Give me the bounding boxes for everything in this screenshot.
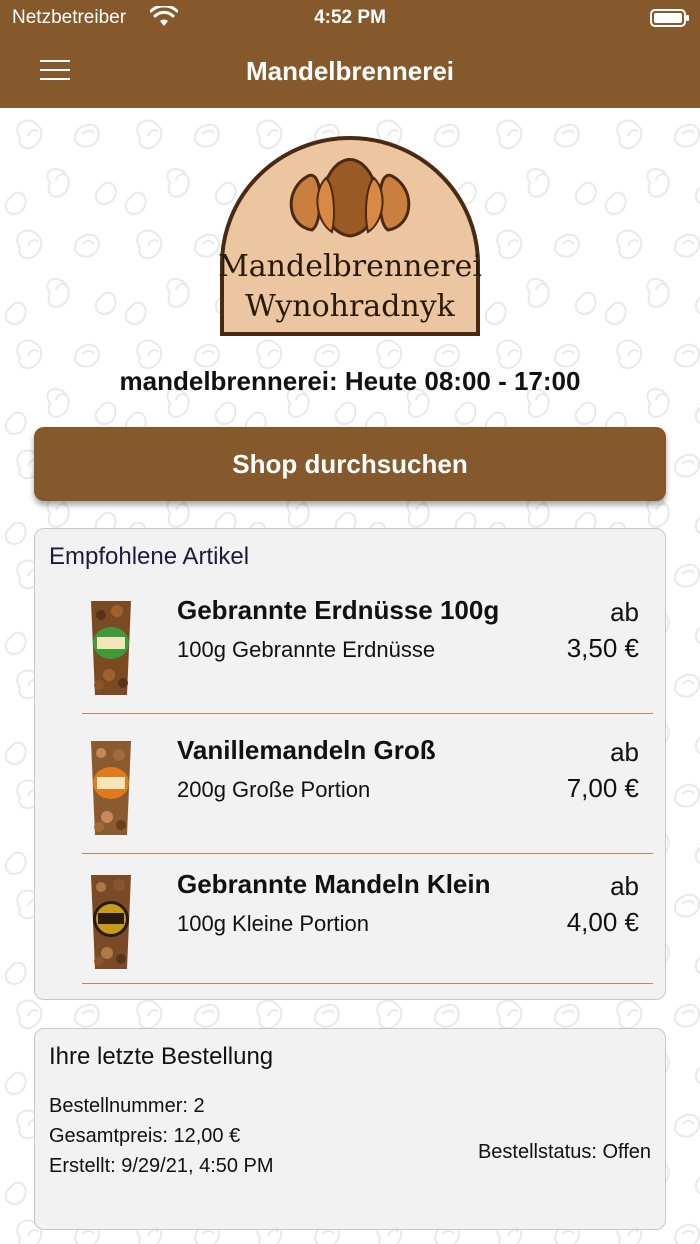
product-price: 7,00 € <box>566 773 639 803</box>
product-description: 100g Gebrannte Erdnüsse <box>177 637 436 662</box>
price-prefix: ab <box>610 871 639 901</box>
product-image <box>91 601 131 695</box>
product-price: 4,00 € <box>566 907 639 937</box>
featured-products-card: Empfohlene Artikel Gebrannte Erdnüsse 10… <box>34 528 666 1000</box>
page-title: Mandelbrennerei <box>245 56 455 86</box>
app-header: Netzbetreiber 4:52 PM Mandelbrennerei <box>0 0 700 108</box>
order-created: Erstellt: 9/29/21, 4:50 PM <box>49 1155 274 1177</box>
product-description: 200g Große Portion <box>177 777 371 802</box>
price-prefix: ab <box>610 597 639 627</box>
last-order-title: Ihre letzte Bestellung <box>49 1043 274 1070</box>
order-status: Bestellstatus: Offen <box>477 1141 651 1163</box>
featured-products-title: Empfohlene Artikel <box>49 543 250 570</box>
logo-text-line1: Mandelbrennerei <box>218 249 482 284</box>
last-order-card[interactable]: Ihre letzte Bestellung Bestellnummer: 2 … <box>34 1028 666 1230</box>
main-content: Mandelbrennerei Wynohradnyk mandelbrenne… <box>0 108 700 1244</box>
price-prefix: ab <box>610 737 639 767</box>
product-name: Gebrannte Erdnüsse 100g <box>177 595 500 625</box>
order-total: Gesamtpreis: 12,00 € <box>49 1125 241 1147</box>
opening-hours: mandelbrennerei: Heute 08:00 - 17:00 <box>119 366 581 396</box>
product-name: Vanillemandeln Groß <box>177 735 436 765</box>
product-name: Gebrannte Mandeln Klein <box>177 869 491 899</box>
product-item[interactable]: Vanillemandeln Groß 200g Große Portion a… <box>35 713 667 854</box>
product-item[interactable]: Gebrannte Mandeln Klein 100g Kleine Port… <box>35 853 667 993</box>
battery-icon <box>650 9 689 27</box>
navigation-bar: Mandelbrennerei <box>0 36 700 108</box>
product-image <box>91 875 131 969</box>
product-price: 3,50 € <box>566 633 639 663</box>
divider <box>82 983 653 984</box>
brand-logo: Mandelbrennerei Wynohradnyk <box>218 136 482 336</box>
browse-shop-button[interactable]: Shop durchsuchen <box>34 427 666 501</box>
status-bar: Netzbetreiber 4:52 PM <box>0 0 700 36</box>
order-number: Bestellnummer: 2 <box>49 1095 205 1117</box>
product-image <box>91 741 131 835</box>
status-time: 4:52 PM <box>314 7 386 28</box>
product-description: 100g Kleine Portion <box>177 911 370 936</box>
product-item[interactable]: Gebrannte Erdnüsse 100g 100g Gebrannte E… <box>35 573 667 714</box>
logo-text-line2: Wynohradnyk <box>245 289 456 324</box>
